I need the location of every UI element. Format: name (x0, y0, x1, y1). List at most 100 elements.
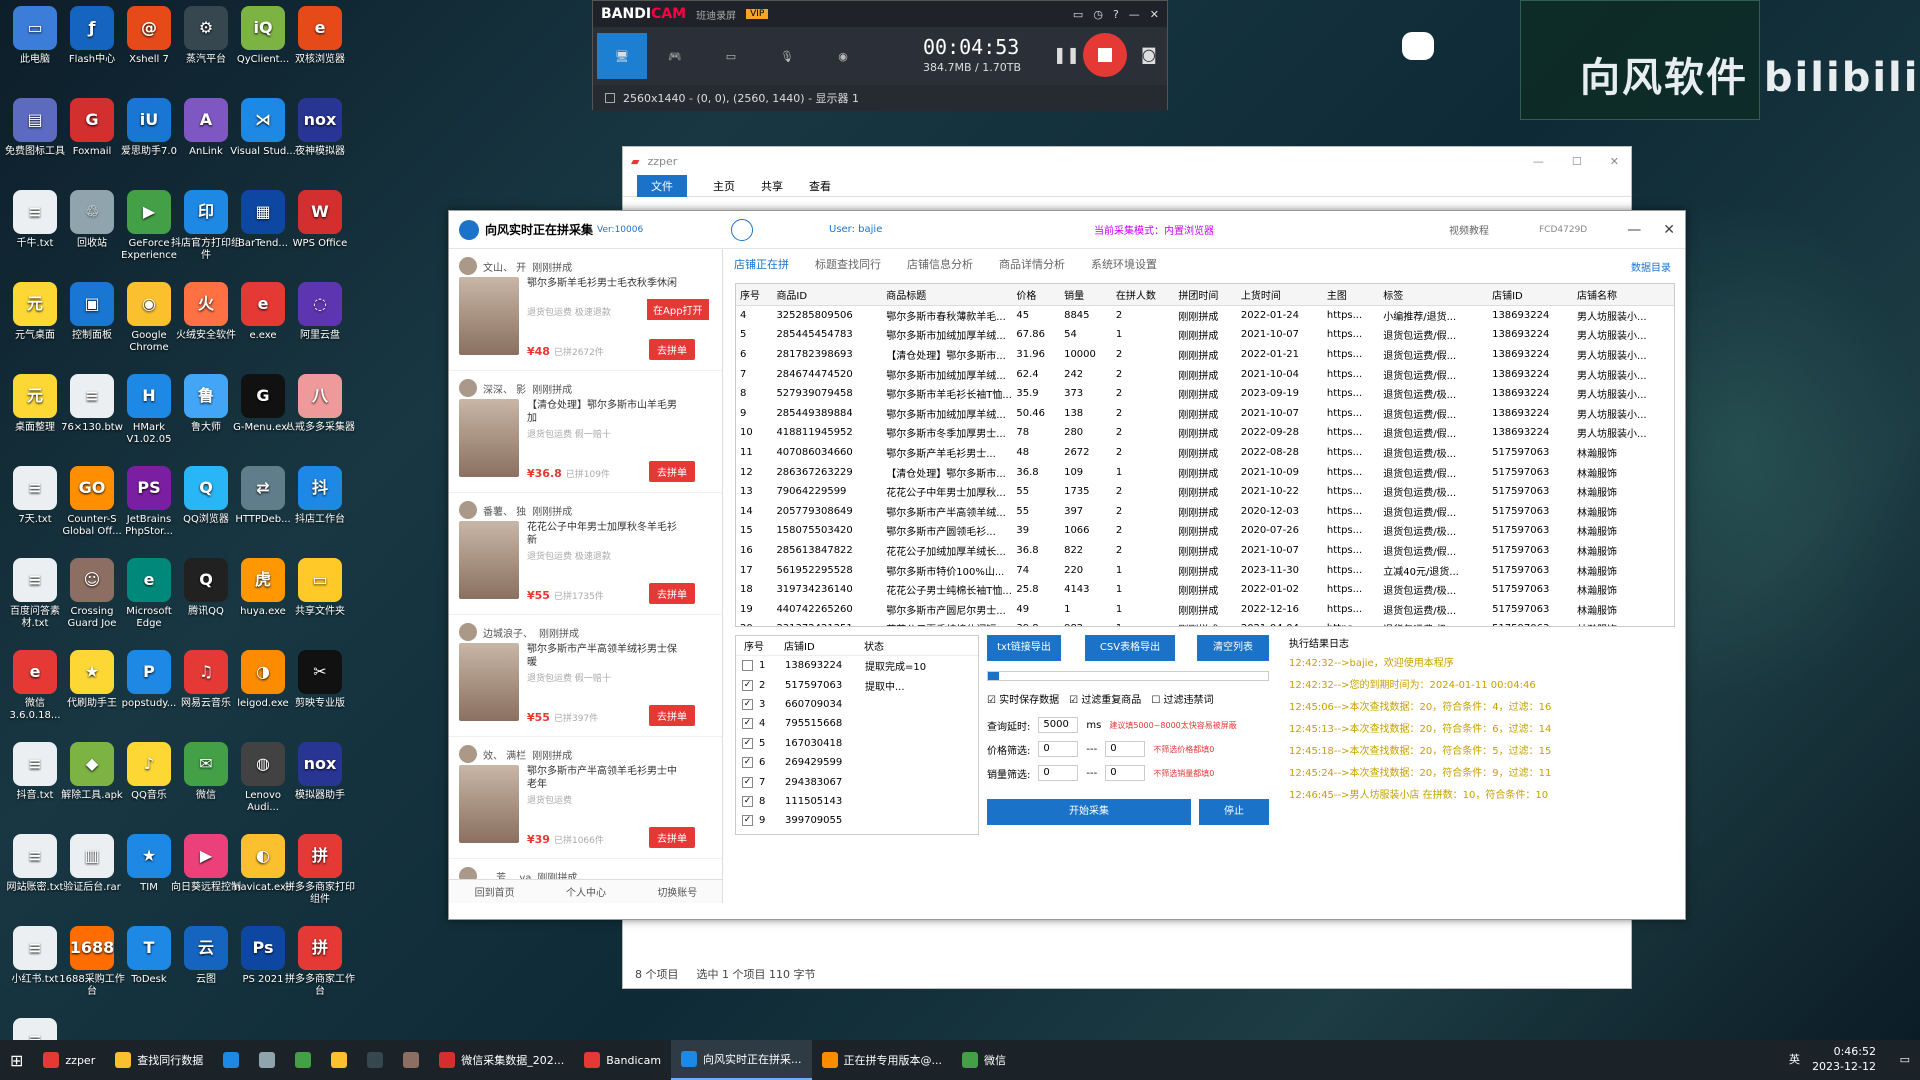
join-group-button[interactable]: 去拼单 (649, 827, 695, 848)
close-icon[interactable]: ✕ (1610, 155, 1619, 168)
join-group-button[interactable]: 去拼单 (649, 705, 695, 726)
shop-row[interactable]: ✓ 5 167030418 (736, 734, 978, 753)
taskbar-item[interactable] (249, 1040, 285, 1080)
open-in-app-button[interactable]: 在App打开 (647, 299, 709, 320)
table-row[interactable]: 19 440742265260 鄂尔多斯市产圆尼尔男士... 49 1 1 刚刚拼成 2022… (736, 599, 1674, 619)
shop-checkbox[interactable]: ✓ (742, 815, 753, 827)
tab-product-analysis[interactable]: 商品详情分析 (999, 256, 1065, 272)
webcam-icon[interactable]: ◉ (815, 33, 871, 79)
stop-record-button[interactable] (1083, 33, 1127, 77)
desktop-icon[interactable]: 抖抖店工作台 (285, 466, 355, 526)
close-icon[interactable]: ✕ (1663, 222, 1675, 238)
help-icon[interactable]: ? (1113, 8, 1119, 21)
join-group-button[interactable]: 去拼单 (649, 461, 695, 482)
data-directory-button[interactable]: 数据目录 (1631, 259, 1671, 274)
taskbar-item[interactable] (213, 1040, 249, 1080)
column-header[interactable]: 店铺名称 (1573, 284, 1674, 306)
sales-max-input[interactable]: 0 (1105, 765, 1146, 781)
minimize-icon[interactable]: — (1533, 155, 1544, 168)
nav-profile[interactable]: 个人中心 (566, 884, 606, 899)
start-button[interactable]: ⊞ (0, 1040, 33, 1080)
shop-checkbox[interactable]: ✓ (742, 776, 753, 788)
game-mode-button[interactable]: 🎮 (647, 33, 703, 79)
column-header[interactable]: 销量 (1060, 284, 1112, 306)
product-image[interactable] (459, 765, 519, 843)
table-row[interactable]: 17 561952295528 鄂尔多斯市特价100%山... 74 220 1 刚刚拼成 2… (736, 560, 1674, 580)
taskbar-item[interactable] (393, 1040, 429, 1080)
desktop-icon[interactable]: ▭ 共享文件夹 (285, 558, 355, 618)
table-row[interactable]: 13 79064229599 花花公子中年男士加厚秋... 55 1735 2 刚刚拼成 20… (736, 482, 1674, 502)
device-mode-button[interactable]: ▭ (703, 33, 759, 79)
taskbar-item[interactable]: Bandicam (574, 1040, 671, 1080)
clock-time[interactable]: 0:46:52 (1812, 1044, 1876, 1059)
desktop-icon[interactable]: 拼拼多多商家打印组件 (285, 834, 355, 906)
desktop-icon[interactable]: W WPS Office (285, 190, 355, 250)
nav-switch-account[interactable]: 切换账号 (657, 884, 697, 899)
txt-export-button[interactable]: txt链接导出 (987, 635, 1061, 661)
join-group-button[interactable]: 去拼单 (649, 583, 695, 604)
taskbar-item[interactable]: 微信 (952, 1040, 1016, 1080)
column-header[interactable]: 商品ID (772, 284, 883, 306)
shop-row[interactable]: ✓ 2 517597063 提取中... (736, 675, 978, 694)
table-row[interactable]: 10 418811945952 鄂尔多斯市冬季加厚男士... 78 280 2 刚刚拼成 20… (736, 423, 1674, 443)
clear-list-button[interactable]: 清空列表 (1197, 635, 1269, 661)
desktop-icon[interactable]: 拼拼多多商家工作台 (285, 926, 355, 998)
clock-icon[interactable]: ◷ (1093, 8, 1103, 21)
close-icon[interactable]: ✕ (1150, 8, 1159, 21)
tab-shop-grouping[interactable]: 店铺正在拼 (734, 256, 789, 272)
table-row[interactable]: 20231372421251花花公子夏季纯棉休闲短...39.89821刚刚拼成… (736, 619, 1674, 626)
minimize-icon[interactable]: — (1627, 222, 1641, 238)
filter-banned-checkbox[interactable]: ☐ 过滤违禁词 (1151, 691, 1213, 706)
video-tutorial-link[interactable]: 视频教程 (1449, 222, 1489, 237)
column-header[interactable]: 在拼人数 (1111, 284, 1175, 306)
ribbon-tab-file[interactable]: 文件 (637, 174, 687, 197)
shop-checkbox[interactable] (742, 660, 753, 672)
minimize-icon[interactable]: — (1129, 8, 1140, 21)
filter-dup-checkbox[interactable]: ☑ 过滤重复商品 (1069, 691, 1141, 706)
column-header[interactable]: 店铺ID (1488, 284, 1574, 306)
ime-indicator[interactable]: 英 (1789, 1052, 1800, 1067)
taskbar-item[interactable]: 正在拼专用版本@... (812, 1040, 953, 1080)
table-row[interactable]: 5 285445454783 鄂尔多斯市加绒加厚羊绒... 67.86 54 1 刚刚拼成 2… (736, 325, 1674, 345)
screenshot-icon[interactable]: ◙ (1141, 45, 1157, 64)
pause-icon[interactable]: ❚❚ (1053, 45, 1080, 64)
shop-row[interactable]: ✓ 8 111505143 (736, 792, 978, 811)
product-title[interactable]: 鄂尔多斯市产半高领羊绒衫男士保暖 (527, 643, 677, 669)
desktop-icon[interactable]: nox 夜神模拟器 (285, 98, 355, 158)
ribbon-tab-share[interactable]: 共享 (761, 178, 783, 194)
table-row[interactable]: 12 286367263229 【清仓处理】鄂尔多斯市... 36.8 109 1 刚刚拼成… (736, 462, 1674, 482)
realtime-save-checkbox[interactable]: ☑ 实时保存数据 (987, 691, 1059, 706)
desktop-icon[interactable]: e 双核浏览器 (285, 6, 355, 66)
tab-title-search[interactable]: 标题查找同行 (815, 256, 881, 272)
table-row[interactable]: 15 158075503420 鄂尔多斯市产圆领毛衫... 39 1066 2 刚刚拼成 20… (736, 521, 1674, 541)
taskbar-item[interactable]: zzper (33, 1040, 105, 1080)
column-header[interactable]: 序号 (736, 284, 773, 306)
taskbar-item[interactable] (357, 1040, 393, 1080)
shop-row[interactable]: ✓ 6 269429599 (736, 753, 978, 772)
nav-home[interactable]: 回到首页 (475, 884, 515, 899)
notification-icon[interactable]: ▭ (1900, 1052, 1910, 1067)
desktop-icon[interactable]: 八八戒多多采集器 (285, 374, 355, 434)
product-image[interactable] (459, 521, 519, 599)
csv-export-button[interactable]: CSV表格导出 (1085, 635, 1175, 661)
column-header[interactable]: 上货时间 (1236, 284, 1323, 306)
table-row[interactable]: 14 205779308649 鄂尔多斯市产半高领羊绒... 55 397 2 刚刚拼成 20… (736, 501, 1674, 521)
sales-min-input[interactable]: 0 (1038, 765, 1079, 781)
table-row[interactable]: 8 527939079458 鄂尔多斯市羊毛衫长袖T恤... 35.9 373 2 刚刚拼成… (736, 384, 1674, 404)
desktop-icon[interactable]: ◌ 阿里云盘 (285, 282, 355, 342)
price-max-input[interactable]: 0 (1105, 741, 1146, 757)
clock-date[interactable]: 2023-12-12 (1812, 1059, 1876, 1074)
user-avatar-icon[interactable] (731, 218, 753, 241)
shop-row[interactable]: ✓ 7 294383067 (736, 772, 978, 791)
shop-checkbox[interactable]: ✓ (742, 757, 753, 769)
table-row[interactable]: 9 285449389884 鄂尔多斯市加绒加厚羊绒... 50.46 138 2 刚刚拼成… (736, 403, 1674, 423)
start-collect-button[interactable]: 开始采集 (987, 799, 1191, 825)
shop-checkbox[interactable]: ✓ (742, 795, 753, 807)
table-row[interactable]: 18 319734236140 花花公子男士纯棉长袖T恤... 25.8 4143 1 刚刚… (736, 580, 1674, 600)
column-header[interactable]: 价格 (1012, 284, 1061, 306)
ribbon-tab-home[interactable]: 主页 (713, 178, 735, 194)
product-image[interactable] (459, 277, 519, 355)
delay-input[interactable]: 5000 (1038, 717, 1079, 733)
table-row[interactable]: 4 325285809506 鄂尔多斯市春秋薄款羊毛... 45 8845 2 刚刚拼成 20… (736, 306, 1674, 326)
join-group-button[interactable]: 去拼单 (649, 339, 695, 360)
